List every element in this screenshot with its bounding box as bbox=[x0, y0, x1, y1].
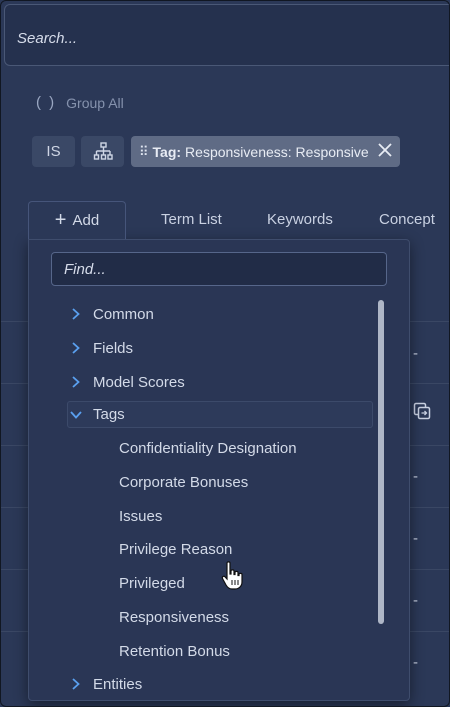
hierarchy-icon bbox=[93, 141, 113, 160]
tree-item-common[interactable]: Common bbox=[69, 302, 154, 326]
add-button[interactable]: + Add bbox=[28, 201, 126, 239]
group-all-label: Group All bbox=[66, 94, 124, 111]
row-value: - bbox=[413, 592, 418, 609]
tree-item-label: Entities bbox=[93, 675, 143, 693]
term-list-tab[interactable]: Term List bbox=[161, 211, 222, 228]
tag-option-responsiveness[interactable]: Responsiveness bbox=[119, 609, 229, 626]
tag-option-issues[interactable]: Issues bbox=[119, 508, 162, 525]
is-label: IS bbox=[46, 143, 61, 160]
row-value: - bbox=[413, 654, 418, 671]
tag-filter-chip[interactable]: ⠿ Tag: Responsiveness: Responsive bbox=[131, 136, 400, 167]
copy-icon[interactable] bbox=[413, 402, 431, 425]
plus-icon: + bbox=[54, 208, 67, 231]
add-label: Add bbox=[72, 212, 100, 229]
tag-option-confidentiality-designation[interactable]: Confidentiality Designation bbox=[119, 440, 297, 457]
search-bar[interactable] bbox=[4, 4, 449, 66]
drag-handle-icon[interactable]: ⠿ bbox=[139, 144, 148, 160]
search-input[interactable] bbox=[15, 23, 439, 53]
tree-item-label: Common bbox=[93, 305, 154, 323]
chevron-down-icon bbox=[70, 410, 82, 419]
scrollbar[interactable] bbox=[378, 300, 384, 624]
add-field-dropdown: Common Fields Model Scores Tags Confiden… bbox=[28, 239, 410, 701]
hand-pointer-icon bbox=[221, 561, 243, 596]
parentheses-icon: ( ) bbox=[36, 94, 57, 111]
tag-option-privilege-reason[interactable]: Privilege Reason bbox=[119, 541, 232, 558]
tag-option-retention-bonus[interactable]: Retention Bonus bbox=[119, 643, 230, 660]
tree-item-model-scores[interactable]: Model Scores bbox=[69, 370, 185, 394]
tag-option-corporate-bonuses[interactable]: Corporate Bonuses bbox=[119, 474, 248, 491]
keywords-tab[interactable]: Keywords bbox=[267, 211, 333, 228]
tag-option-privileged[interactable]: Privileged bbox=[119, 575, 185, 592]
chevron-right-icon bbox=[72, 678, 80, 690]
close-icon[interactable] bbox=[378, 141, 392, 162]
row-value: - bbox=[413, 530, 418, 547]
tree-item-label: Model Scores bbox=[93, 373, 185, 391]
tree-item-entities[interactable]: Entities bbox=[69, 672, 142, 696]
tree-item-fields[interactable]: Fields bbox=[69, 336, 133, 360]
chevron-right-icon bbox=[72, 376, 80, 388]
row-value: - bbox=[413, 345, 418, 362]
group-all-toggle[interactable]: ( ) Group All bbox=[36, 94, 124, 111]
chevron-right-icon bbox=[72, 308, 80, 320]
tag-chip-value: Responsiveness: Responsive bbox=[185, 143, 369, 160]
app-window: ( ) Group All IS ⠿ Tag: Responsiveness: … bbox=[0, 0, 450, 707]
hierarchy-button[interactable] bbox=[81, 136, 124, 167]
find-input[interactable] bbox=[52, 253, 386, 285]
row-value: - bbox=[413, 468, 418, 485]
is-operator-button[interactable]: IS bbox=[32, 136, 75, 167]
tag-chip-key: Tag: bbox=[152, 143, 182, 160]
tree-item-tags[interactable]: Tags bbox=[67, 401, 373, 428]
chevron-right-icon bbox=[72, 342, 80, 354]
tree-item-label: Tags bbox=[93, 406, 125, 423]
find-field[interactable] bbox=[51, 252, 387, 286]
tree-item-label: Fields bbox=[93, 339, 134, 357]
concept-tab[interactable]: Concept bbox=[379, 211, 435, 228]
